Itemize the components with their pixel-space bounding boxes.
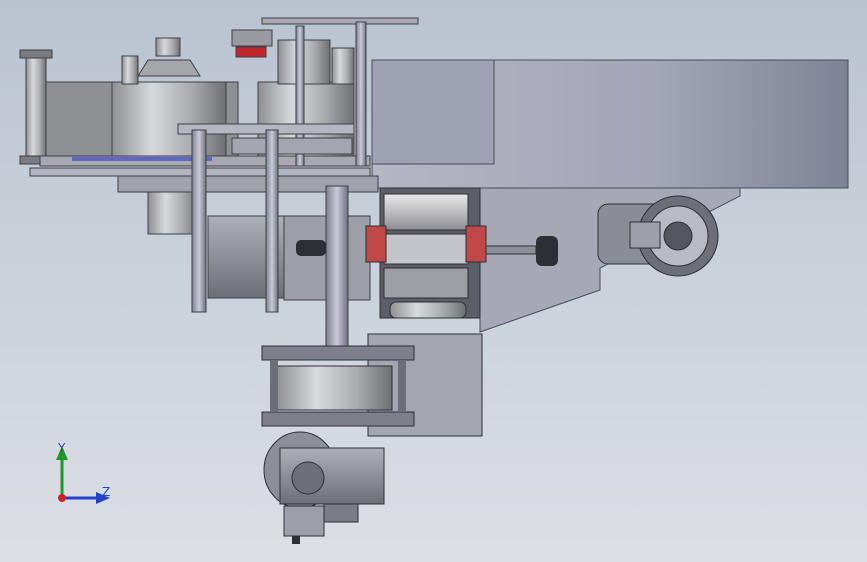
- y-axis-label: Y: [57, 441, 66, 455]
- cad-assembly-model[interactable]: [0, 0, 867, 562]
- z-axis-label: Z: [102, 485, 110, 499]
- lower-mount[interactable]: [261, 333, 483, 437]
- gear-motor[interactable]: [263, 431, 385, 544]
- graphics-viewport[interactable]: Y Z: [0, 0, 867, 562]
- coordinate-triad: Y Z: [56, 441, 110, 504]
- origin-point-icon: [58, 494, 66, 502]
- side-gear-hub[interactable]: [597, 195, 719, 277]
